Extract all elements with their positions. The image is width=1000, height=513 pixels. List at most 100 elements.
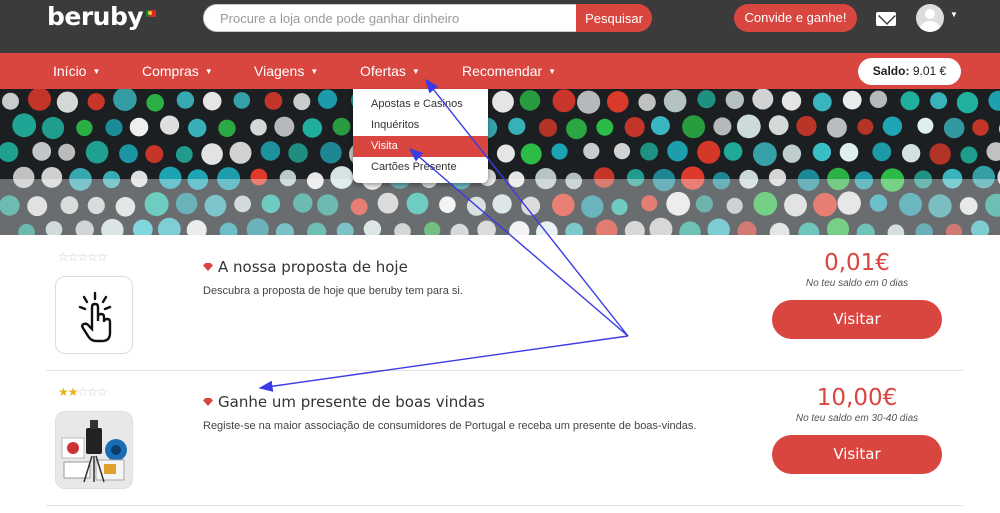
led-light <box>32 142 52 161</box>
led-light <box>929 143 951 165</box>
nav-item-inicio[interactable]: Início ▼ <box>53 53 100 89</box>
balance-value: 9.01 € <box>912 64 947 78</box>
led-light <box>146 94 164 112</box>
led-light <box>85 140 109 164</box>
diamond-icon <box>203 398 213 406</box>
offer-description: Descubra a proposta de hoje que beruby t… <box>203 285 463 297</box>
led-light <box>188 118 207 138</box>
led-light <box>872 142 892 162</box>
led-light <box>119 144 138 164</box>
offer-title-text: A nossa proposta de hoje <box>218 258 408 276</box>
menu-item-apostas-casinos[interactable]: Apostas e Casinos <box>353 94 488 115</box>
led-light <box>796 115 817 137</box>
led-light <box>302 118 323 138</box>
led-light <box>552 89 576 113</box>
led-light <box>160 115 180 135</box>
led-light <box>218 119 236 137</box>
led-light <box>607 91 629 113</box>
led-light <box>736 114 761 139</box>
chevron-down-icon: ▼ <box>204 67 213 76</box>
chevron-down-icon[interactable]: ▼ <box>950 10 958 19</box>
offer-title[interactable]: A nossa proposta de hoje <box>203 258 408 276</box>
led-light <box>917 117 934 134</box>
led-light <box>176 91 195 109</box>
menu-item-cartoes-presente[interactable]: Cartões Presente <box>353 157 488 178</box>
offer-thumbnail[interactable] <box>55 411 133 489</box>
diamond-icon <box>203 263 213 271</box>
led-light <box>41 116 65 140</box>
nav-label: Compras <box>142 63 199 79</box>
visit-button[interactable]: Visitar <box>772 300 942 339</box>
search-button[interactable]: Pesquisar <box>576 4 652 32</box>
led-light <box>12 113 37 138</box>
balance-badge[interactable]: Saldo: 9.01 € <box>858 58 961 85</box>
offer-row: ★★☆☆☆ Ganhe um presente de boas vindas R… <box>46 371 963 506</box>
led-light <box>293 93 311 111</box>
menu-item-visita[interactable]: Visita <box>353 136 488 157</box>
invite-button[interactable]: Convide e ganhe! <box>734 4 857 32</box>
led-light <box>697 140 721 164</box>
led-light <box>58 143 76 161</box>
led-light <box>839 143 859 162</box>
led-light <box>520 143 542 165</box>
led-light <box>667 140 688 162</box>
led-light <box>320 141 342 164</box>
portugal-flag-icon[interactable] <box>146 10 156 17</box>
led-light <box>901 144 921 163</box>
led-light <box>87 93 105 111</box>
led-light <box>56 91 78 113</box>
led-light <box>264 92 283 110</box>
led-light <box>519 90 541 111</box>
led-light <box>260 141 281 161</box>
nav-label: Ofertas <box>360 63 406 79</box>
led-light <box>723 142 743 161</box>
banner-overlay <box>0 179 1000 235</box>
led-light <box>596 118 614 136</box>
led-light <box>613 143 631 160</box>
balance-label: Saldo: <box>872 64 910 78</box>
led-light <box>869 90 888 108</box>
led-light <box>960 146 978 164</box>
offer-title[interactable]: Ganhe um presente de boas vindas <box>203 393 485 411</box>
visit-button[interactable]: Visitar <box>772 435 942 474</box>
led-light <box>288 143 308 163</box>
chevron-down-icon: ▼ <box>548 67 557 76</box>
menu-item-inqueritos[interactable]: Inquéritos <box>353 115 488 136</box>
nav-item-ofertas[interactable]: Ofertas ▼ <box>360 53 420 89</box>
chevron-down-icon: ▼ <box>310 67 319 76</box>
nav-item-compras[interactable]: Compras ▼ <box>142 53 213 89</box>
led-light <box>812 142 832 162</box>
avatar[interactable] <box>916 4 944 32</box>
led-light <box>857 118 874 135</box>
led-light <box>233 92 251 109</box>
rating-stars: ★★☆☆☆ <box>58 385 108 399</box>
nav-label: Recomendar <box>462 63 543 79</box>
star-filled-icon: ★★ <box>58 385 78 399</box>
beruby-logo[interactable]: beruby <box>47 2 144 31</box>
led-light <box>492 90 514 113</box>
offer-row: ☆☆☆☆☆ A nossa proposta de hoje Descubra … <box>46 236 963 371</box>
gift-products-icon <box>56 412 132 488</box>
led-light <box>842 90 862 110</box>
led-light <box>76 119 93 137</box>
led-light <box>900 91 920 111</box>
led-light <box>201 143 223 165</box>
offer-description: Registe-se na maior associação de consum… <box>203 420 697 432</box>
led-light <box>229 141 252 164</box>
led-light <box>145 145 164 164</box>
search-input[interactable] <box>203 4 583 32</box>
nav-item-viagens[interactable]: Viagens ▼ <box>254 53 318 89</box>
led-light <box>663 89 687 113</box>
chevron-down-icon: ▼ <box>92 67 101 76</box>
led-light <box>250 119 267 136</box>
top-bar: beruby Pesquisar Convide e ganhe! ▼ <box>0 0 1000 53</box>
led-light <box>682 115 706 139</box>
led-light <box>697 90 716 109</box>
nav-item-recomendar[interactable]: Recomendar ▼ <box>462 53 556 89</box>
led-light <box>812 92 832 112</box>
led-light <box>930 92 948 110</box>
led-light <box>713 117 732 136</box>
offer-thumbnail[interactable] <box>55 276 133 354</box>
mail-icon[interactable] <box>876 12 896 26</box>
hero-banner <box>0 89 1000 235</box>
